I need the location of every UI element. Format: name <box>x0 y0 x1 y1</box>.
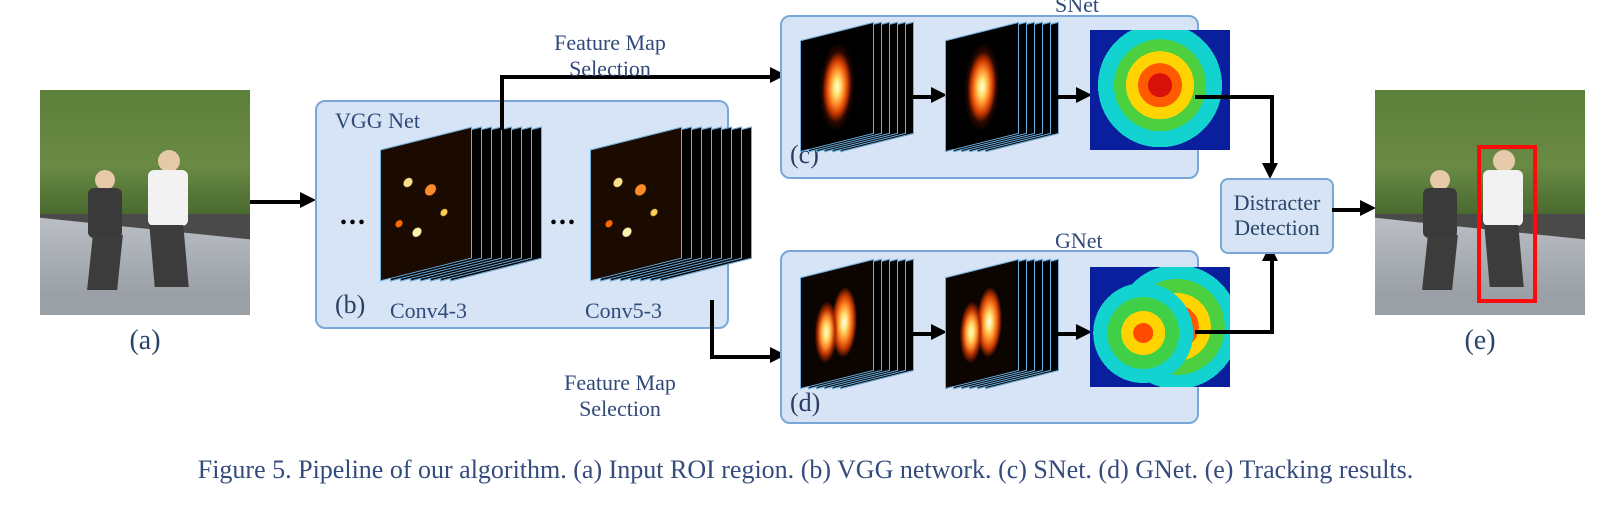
conv5-3-stack <box>590 128 730 288</box>
conv4-3-stack <box>380 128 520 288</box>
figure-caption: Figure 5. Pipeline of our algorithm. (a)… <box>0 455 1611 485</box>
distracter-detection-box: Distracter Detection <box>1220 178 1334 254</box>
arrow-conv5-to-gnet <box>710 355 770 359</box>
snet-label: SNet <box>1055 0 1099 18</box>
figure-canvas: (a) VGG Net (b) ... Conv4-3 ... Conv5-3 … <box>0 0 1611 524</box>
tracking-bounding-box <box>1477 145 1537 303</box>
ellipsis-2: ... <box>550 200 577 232</box>
arrow-to-output <box>1332 208 1360 212</box>
panel-letter-e: (e) <box>1375 325 1585 357</box>
tracking-result-image <box>1375 90 1585 315</box>
figure-number: Figure 5. <box>198 455 292 484</box>
panel-letter-a: (a) <box>40 325 250 357</box>
gnet-heatmap <box>1090 267 1230 387</box>
gnet-label: GNet <box>1055 228 1103 254</box>
feature-map-selection-top-label: Feature Map Selection <box>530 30 690 82</box>
snet-heatmap <box>1090 30 1230 150</box>
panel-letter-d: (d) <box>790 388 820 418</box>
conv5-3-label: Conv5-3 <box>585 298 662 324</box>
caption-b: (b) VGG network. <box>801 455 992 484</box>
caption-c: (c) SNet. <box>998 455 1092 484</box>
panel-letter-b: (b) <box>335 290 365 320</box>
caption-d: (d) GNet. <box>1098 455 1198 484</box>
caption-a: (a) Input ROI region. <box>573 455 794 484</box>
caption-main: Pipeline of our algorithm. <box>298 455 567 484</box>
ellipsis-1: ... <box>340 200 367 232</box>
input-roi-image <box>40 90 250 315</box>
feature-map-selection-bottom-label: Feature Map Selection <box>540 370 700 422</box>
conv4-3-label: Conv4-3 <box>390 298 467 324</box>
arrow-snet-out <box>1195 95 1270 99</box>
arrow-a-to-b <box>250 200 300 204</box>
arrow-gnet-out <box>1195 330 1270 334</box>
caption-e: (e) Tracking results. <box>1205 455 1414 484</box>
